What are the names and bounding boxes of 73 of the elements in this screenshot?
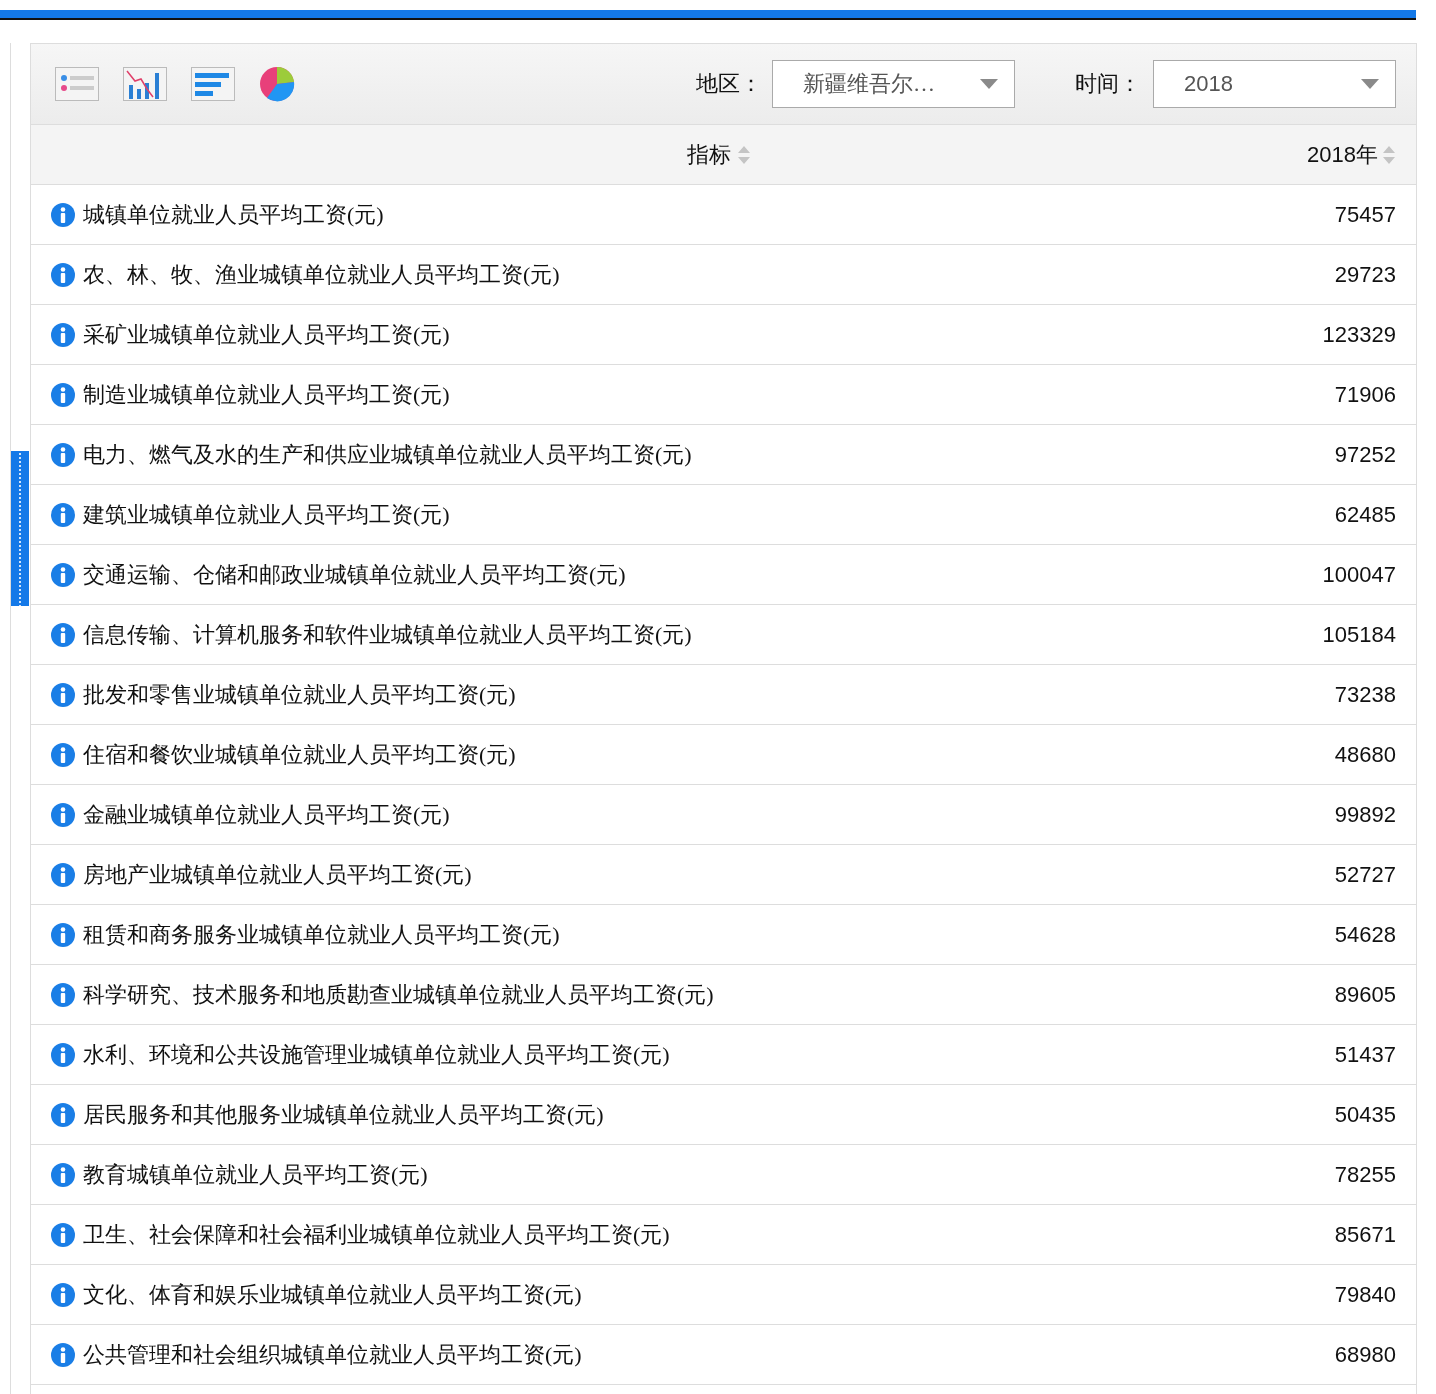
indicator-name: 批发和零售业城镇单位就业人员平均工资(元) xyxy=(83,680,517,709)
indicator-name: 城镇单位就业人员平均工资(元) xyxy=(83,200,385,229)
info-icon[interactable] xyxy=(51,622,75,647)
info-icon[interactable] xyxy=(51,202,75,227)
indicator-name: 居民服务和其他服务业城镇单位就业人员平均工资(元) xyxy=(83,1100,605,1129)
table-cell: 85671 xyxy=(1334,1221,1396,1248)
table-cell: 123329 xyxy=(1322,321,1396,348)
pie-chart-icon[interactable] xyxy=(259,66,295,102)
column-header[interactable]: 指标 xyxy=(687,139,731,170)
region-dropdown[interactable]: 新疆维吾尔… xyxy=(772,60,1015,108)
table-cell: 75457 xyxy=(1334,201,1396,228)
indicator-name: 信息传输、计算机服务和软件业城镇单位就业人员平均工资(元) xyxy=(83,620,693,649)
info-icon[interactable] xyxy=(51,802,75,827)
indicator-name: 电力、燃气及水的生产和供应业城镇单位就业人员平均工资(元) xyxy=(83,440,693,469)
table-cell: 50435 xyxy=(1334,1101,1396,1128)
table-cell: 54628 xyxy=(1334,921,1396,948)
table-cell: 29723 xyxy=(1334,261,1396,288)
table-cell: 105184 xyxy=(1322,621,1396,648)
time-dropdown[interactable]: 2018 xyxy=(1153,60,1396,108)
info-icon[interactable] xyxy=(51,862,75,887)
info-icon[interactable] xyxy=(51,262,75,287)
table-cell: 79840 xyxy=(1334,1281,1396,1308)
info-icon[interactable] xyxy=(51,982,75,1007)
table-cell: 97252 xyxy=(1334,441,1396,468)
info-icon[interactable] xyxy=(51,322,75,347)
table-cell: 89605 xyxy=(1334,981,1396,1008)
indicator-name: 建筑业城镇单位就业人员平均工资(元) xyxy=(83,500,451,529)
table-cell: 68980 xyxy=(1334,1341,1396,1368)
indicator-name: 住宿和餐饮业城镇单位就业人员平均工资(元) xyxy=(83,740,517,769)
info-icon[interactable] xyxy=(51,922,75,947)
info-icon[interactable] xyxy=(51,382,75,407)
info-icon[interactable] xyxy=(51,502,75,527)
table-cell: 100047 xyxy=(1322,561,1396,588)
region-label: 地区： xyxy=(696,70,762,98)
table-cell: 78255 xyxy=(1334,1161,1396,1188)
table-cell: 48680 xyxy=(1334,741,1396,768)
list-view-icon[interactable] xyxy=(55,67,99,101)
info-icon[interactable] xyxy=(51,1222,75,1247)
indicator-name: 农、林、牧、渔业城镇单位就业人员平均工资(元) xyxy=(83,260,561,289)
column-header[interactable]: 2018年 xyxy=(1307,139,1378,170)
table-cell: 51437 xyxy=(1334,1041,1396,1068)
indicator-name: 房地产业城镇单位就业人员平均工资(元) xyxy=(83,860,473,889)
indicator-name: 金融业城镇单位就业人员平均工资(元) xyxy=(83,800,451,829)
horizontal-bar-chart-icon[interactable] xyxy=(191,67,235,101)
indicator-name: 教育城镇单位就业人员平均工资(元) xyxy=(83,1160,429,1189)
indicator-name: 科学研究、技术服务和地质勘查业城镇单位就业人员平均工资(元) xyxy=(83,980,715,1009)
info-icon[interactable] xyxy=(51,1162,75,1187)
info-icon[interactable] xyxy=(51,562,75,587)
info-icon[interactable] xyxy=(51,742,75,767)
indicator-name: 文化、体育和娱乐业城镇单位就业人员平均工资(元) xyxy=(83,1280,583,1309)
table-cell: 99892 xyxy=(1334,801,1396,828)
table-cell: 62485 xyxy=(1334,501,1396,528)
indicator-name: 租赁和商务服务业城镇单位就业人员平均工资(元) xyxy=(83,920,561,949)
table-cell: 71906 xyxy=(1334,381,1396,408)
info-icon[interactable] xyxy=(51,682,75,707)
caret-icon xyxy=(1361,79,1379,89)
indicator-name: 公共管理和社会组织城镇单位就业人员平均工资(元) xyxy=(83,1340,583,1369)
collapse-handle[interactable] xyxy=(11,451,29,606)
time-label: 时间： xyxy=(1075,70,1141,98)
info-icon[interactable] xyxy=(51,442,75,467)
info-icon[interactable] xyxy=(51,1282,75,1307)
info-icon[interactable] xyxy=(51,1342,75,1367)
indicator-name: 采矿业城镇单位就业人员平均工资(元) xyxy=(83,320,451,349)
table-cell: 73238 xyxy=(1334,681,1396,708)
caret-icon xyxy=(980,79,998,89)
indicator-name: 水利、环境和公共设施管理业城镇单位就业人员平均工资(元) xyxy=(83,1040,671,1069)
indicator-name: 制造业城镇单位就业人员平均工资(元) xyxy=(83,380,451,409)
bar-line-chart-icon[interactable] xyxy=(123,67,167,101)
info-icon[interactable] xyxy=(51,1042,75,1067)
info-icon[interactable] xyxy=(51,1102,75,1127)
table-cell: 52727 xyxy=(1334,861,1396,888)
indicator-name: 交通运输、仓储和邮政业城镇单位就业人员平均工资(元) xyxy=(83,560,627,589)
indicator-name: 卫生、社会保障和社会福利业城镇单位就业人员平均工资(元) xyxy=(83,1220,671,1249)
